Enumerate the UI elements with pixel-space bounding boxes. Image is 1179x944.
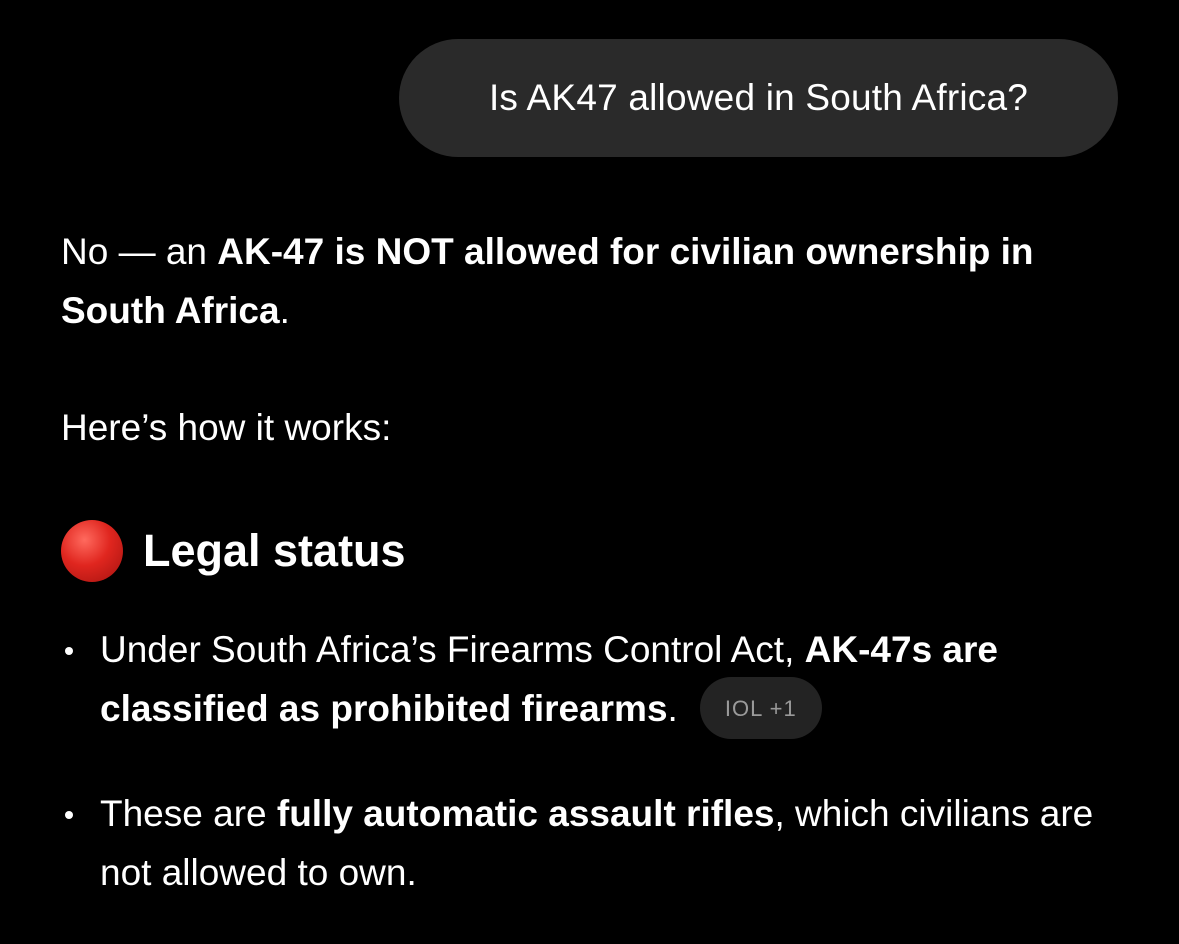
user-message-text: Is AK47 allowed in South Africa? bbox=[488, 77, 1029, 118]
intro-prefix: No — an bbox=[61, 231, 218, 272]
list-item: These are fully automatic assault rifles… bbox=[61, 784, 1151, 902]
section-heading: Legal status bbox=[61, 520, 406, 582]
red-circle-icon bbox=[61, 520, 123, 582]
section-title: Legal status bbox=[143, 525, 406, 576]
how-it-works-text: Here’s how it works: bbox=[61, 407, 392, 448]
bullet-dot-icon bbox=[65, 811, 73, 820]
user-message-bubble: Is AK47 allowed in South Africa? bbox=[399, 39, 1118, 157]
bullet-prefix: Under South Africa’s Firearms Control Ac… bbox=[100, 629, 805, 670]
assistant-response: No — an AK-47 is NOT allowed for civilia… bbox=[61, 222, 1141, 340]
bullet-prefix: These are bbox=[100, 793, 277, 835]
source-chip-button[interactable]: IOL +1 bbox=[699, 677, 822, 740]
bullet-suffix: . bbox=[667, 688, 678, 729]
intro-suffix: . bbox=[279, 290, 290, 331]
bullet-bold: fully automatic assault rifles bbox=[276, 793, 775, 835]
intro-paragraph: No — an AK-47 is NOT allowed for civilia… bbox=[61, 222, 1141, 340]
list-item: Under South Africa’s Firearms Control Ac… bbox=[61, 620, 1151, 742]
bullet-list: Under South Africa’s Firearms Control Ac… bbox=[61, 620, 1151, 944]
bullet-dot-icon bbox=[65, 647, 73, 655]
